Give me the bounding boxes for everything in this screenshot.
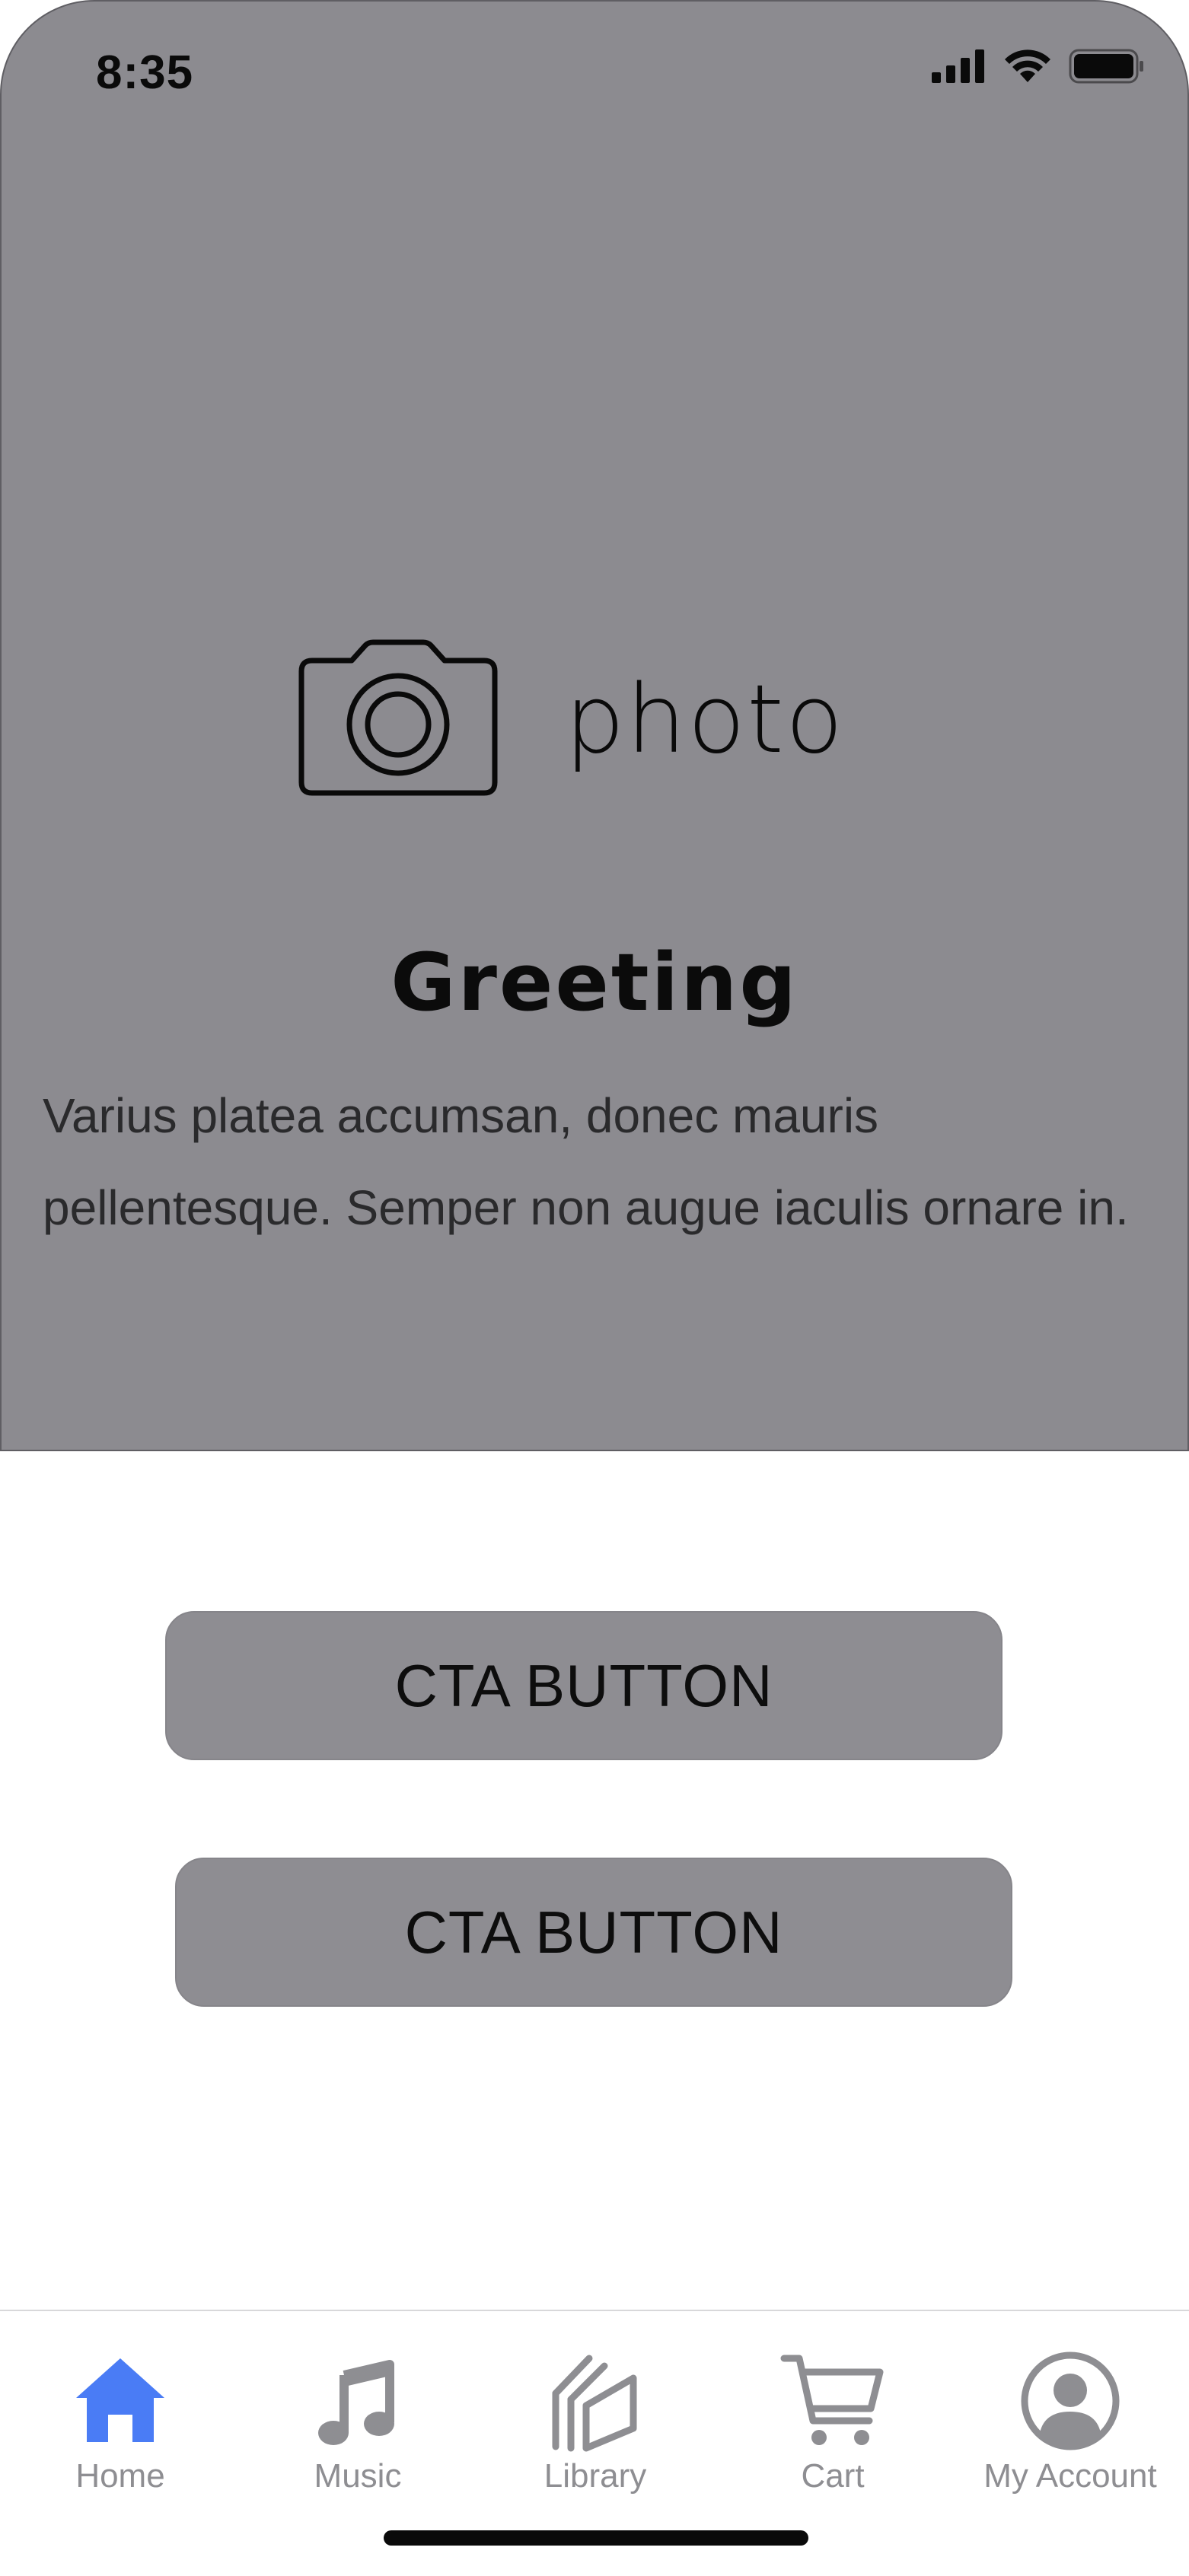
account-icon bbox=[1017, 2348, 1124, 2454]
photo-label: photo bbox=[565, 664, 845, 775]
tab-library[interactable]: Library bbox=[481, 2348, 709, 2495]
cart-icon bbox=[779, 2348, 886, 2454]
tab-my-account[interactable]: My Account bbox=[956, 2348, 1184, 2495]
status-time: 8:35 bbox=[96, 46, 194, 99]
music-note-icon bbox=[304, 2348, 411, 2454]
status-icons bbox=[932, 49, 1145, 88]
home-icon bbox=[67, 2348, 174, 2454]
tab-label-library: Library bbox=[543, 2457, 647, 2495]
tab-label-music: Music bbox=[314, 2457, 402, 2495]
battery-icon bbox=[1069, 49, 1145, 88]
signal-icon bbox=[932, 49, 987, 87]
greeting-title: Greeting bbox=[390, 936, 799, 1029]
cta-button-primary[interactable]: CTA BUTTON bbox=[165, 1611, 1003, 1760]
tab-music[interactable]: Music bbox=[244, 2348, 472, 2495]
tab-label-home: Home bbox=[75, 2457, 165, 2495]
tab-label-my-account: My Account bbox=[983, 2457, 1157, 2495]
greeting-body: Varius platea accumsan, donec mauris pel… bbox=[43, 1088, 1129, 1235]
camera-icon bbox=[298, 639, 498, 800]
tab-home[interactable]: Home bbox=[6, 2348, 234, 2495]
wifi-icon bbox=[1003, 49, 1052, 88]
hero-card: 8:35 photo Greeting Varius platea accums… bbox=[0, 0, 1189, 1451]
cta-button-secondary[interactable]: CTA BUTTON bbox=[175, 1858, 1012, 2007]
tab-label-cart: Cart bbox=[801, 2457, 865, 2495]
photo-placeholder: photo bbox=[298, 639, 845, 800]
library-icon bbox=[542, 2348, 649, 2454]
home-indicator[interactable] bbox=[384, 2530, 808, 2546]
tab-cart[interactable]: Cart bbox=[719, 2348, 947, 2495]
